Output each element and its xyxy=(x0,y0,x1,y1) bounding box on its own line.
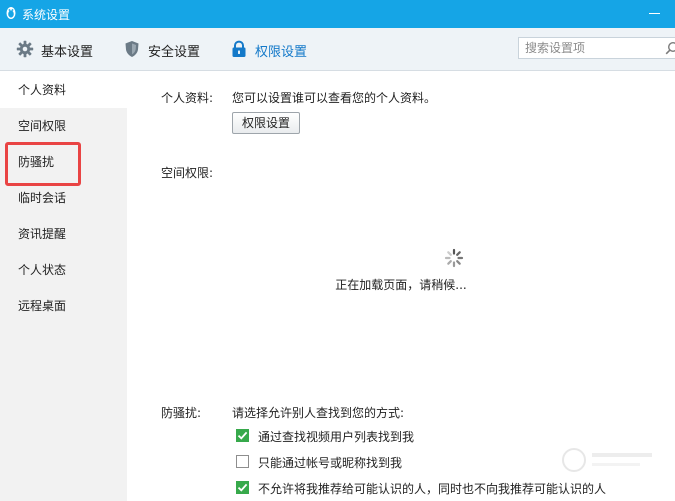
loading-spinner-icon xyxy=(444,248,464,268)
sidebar-item-label: 临时会话 xyxy=(18,191,67,205)
sidebar-item-personal-status[interactable]: 个人状态 xyxy=(0,252,127,288)
search-input[interactable] xyxy=(525,40,661,56)
lock-icon xyxy=(232,40,246,57)
window-title: 系统设置 xyxy=(22,8,71,22)
sidebar-item-label: 个人状态 xyxy=(18,263,67,277)
sidebar-item-label: 空间权限 xyxy=(18,119,67,133)
sidebar-item-news-reminder[interactable]: 资讯提醒 xyxy=(0,216,127,252)
sidebar-item-space-permission[interactable]: 空间权限 xyxy=(0,108,127,144)
sidebar-item-remote-desktop[interactable]: 远程桌面 xyxy=(0,288,127,324)
title-bar: 系统设置 xyxy=(0,0,675,28)
tab-basic-settings[interactable]: 基本设置 xyxy=(16,28,106,70)
option-label: 只能通过帐号或昵称找到我 xyxy=(258,456,403,470)
checkbox-unchecked[interactable] xyxy=(236,455,249,468)
tab-label: 权限设置 xyxy=(255,45,308,60)
tab-label: 基本设置 xyxy=(41,45,94,60)
tab-label: 安全设置 xyxy=(148,45,201,60)
shield-icon xyxy=(125,41,139,57)
sidebar-item-label: 资讯提醒 xyxy=(18,227,67,241)
settings-content: 个人资料: 您可以设置谁可以查看您的个人资料。 权限设置 空间权限: 正在加载页… xyxy=(127,72,675,501)
penguin-icon xyxy=(6,7,16,19)
minimize-button[interactable] xyxy=(649,13,660,14)
option-label: 不允许将我推荐给可能认识的人，同时也不向我推荐可能认识的人 xyxy=(258,482,607,496)
watermark-logo-icon xyxy=(562,448,652,472)
loading-text: 正在加载页面，请稍候... xyxy=(335,278,467,292)
sidebar-item-label: 远程桌面 xyxy=(18,299,67,313)
checkmark-icon xyxy=(237,483,248,492)
profile-section-label: 个人资料: xyxy=(161,91,214,105)
sidebar-item-label: 个人资料 xyxy=(18,83,67,97)
settings-sidebar: 个人资料 空间权限 防骚扰 临时会话 资讯提醒 个人状态 远程桌面 xyxy=(0,72,127,501)
checkmark-icon xyxy=(237,431,248,440)
anti-harassment-description: 请选择允许别人查找到您的方式: xyxy=(232,406,405,420)
permission-settings-button[interactable]: 权限设置 xyxy=(232,112,300,134)
highlight-annotation-box xyxy=(5,142,81,186)
anti-harassment-section-label: 防骚扰: xyxy=(161,406,202,420)
space-section-label: 空间权限: xyxy=(161,166,214,180)
option-label: 通过查找视频用户列表找到我 xyxy=(258,430,415,444)
profile-description: 您可以设置谁可以查看您的个人资料。 xyxy=(232,91,437,105)
tab-permission-settings[interactable]: 权限设置 xyxy=(230,28,320,70)
checkbox-checked[interactable] xyxy=(236,429,249,442)
settings-search xyxy=(518,37,675,59)
tab-security-settings[interactable]: 安全设置 xyxy=(123,28,213,70)
gear-icon xyxy=(16,40,34,58)
checkbox-checked[interactable] xyxy=(236,481,249,494)
search-icon[interactable] xyxy=(665,41,675,55)
sidebar-item-profile[interactable]: 个人资料 xyxy=(0,72,127,108)
